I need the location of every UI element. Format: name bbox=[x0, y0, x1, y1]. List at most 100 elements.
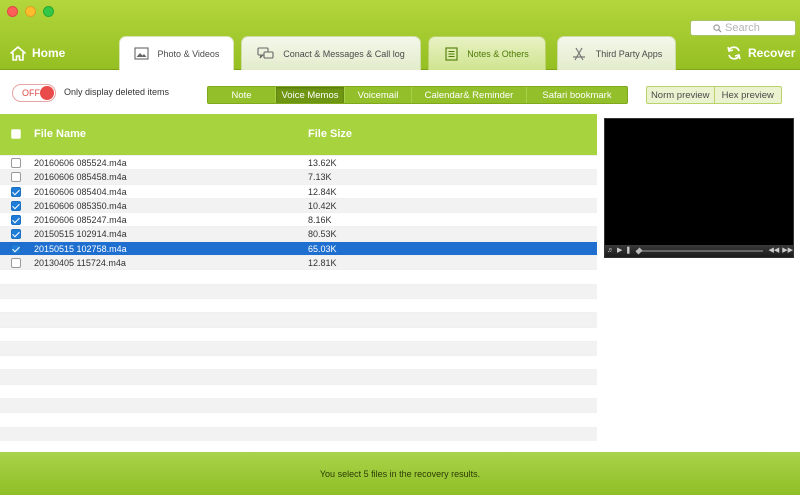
status-bar: You select 5 files in the recovery resul… bbox=[0, 452, 800, 495]
table-row[interactable]: 20160606 085247.m4a 8.16K bbox=[0, 212, 597, 226]
norm-preview-button[interactable]: Norm preview bbox=[647, 87, 715, 103]
empty-row bbox=[0, 383, 597, 398]
row-checkbox[interactable] bbox=[11, 229, 21, 240]
file-name-cell: 20160606 085404.m4a bbox=[34, 186, 127, 197]
audio-preview-player: ♬ ▶ ❚ ◀◀ ▶▶ bbox=[604, 118, 794, 258]
category-bar: Note Voice Memos Voicemail Calendar& Rem… bbox=[207, 86, 628, 104]
category-voice-memos[interactable]: Voice Memos bbox=[276, 87, 345, 103]
deleted-only-label: Only display deleted items bbox=[64, 87, 170, 97]
tab-photo-videos[interactable]: Photo & Videos bbox=[119, 36, 234, 70]
empty-row bbox=[0, 426, 597, 441]
file-name-cell: 20130405 115724.m4a bbox=[34, 258, 126, 269]
table-header: File Name File Size bbox=[0, 114, 597, 155]
deleted-only-toggle[interactable]: OFF bbox=[12, 84, 56, 102]
file-size-cell: 12.81K bbox=[308, 258, 337, 269]
volume-icon[interactable]: ♬ bbox=[607, 247, 614, 255]
empty-row bbox=[0, 355, 597, 369]
row-checkbox[interactable] bbox=[11, 200, 21, 211]
table-row[interactable]: 20130405 115724.m4a 12.81K bbox=[0, 255, 597, 270]
empty-row bbox=[0, 312, 597, 327]
table-row[interactable]: 20160606 085350.m4a 10.42K bbox=[0, 197, 597, 213]
tab-contacts-messages[interactable]: Conact & Messages & Call log bbox=[241, 36, 421, 70]
close-window-button[interactable] bbox=[7, 6, 18, 17]
notes-icon bbox=[445, 46, 458, 61]
row-checkbox[interactable] bbox=[11, 215, 21, 226]
toggle-knob bbox=[40, 86, 54, 100]
search-icon bbox=[713, 24, 722, 33]
home-icon bbox=[10, 45, 26, 61]
row-checkbox[interactable] bbox=[11, 243, 21, 254]
table-row[interactable]: 20160606 085458.m4a 7.13K bbox=[0, 169, 597, 184]
empty-row bbox=[0, 412, 597, 426]
seek-bar[interactable] bbox=[635, 247, 764, 255]
column-header-file-name[interactable]: File Name bbox=[34, 128, 86, 140]
tab-third-party-apps[interactable]: Third Party Apps bbox=[557, 36, 676, 70]
file-size-cell: 65.03K bbox=[308, 243, 337, 254]
file-name-cell: 20160606 085247.m4a bbox=[34, 215, 127, 226]
empty-row bbox=[0, 326, 597, 341]
select-all-checkbox[interactable] bbox=[11, 129, 21, 139]
file-name-cell: 20150515 102758.m4a bbox=[34, 243, 127, 254]
status-text: You select 5 files in the recovery resul… bbox=[319, 468, 481, 479]
file-size-cell: 13.62K bbox=[308, 158, 337, 168]
empty-row bbox=[0, 340, 597, 356]
file-size-cell: 7.13K bbox=[308, 172, 332, 183]
rewind-icon[interactable]: ◀◀ bbox=[768, 247, 779, 255]
category-voicemail[interactable]: Voicemail bbox=[345, 87, 412, 103]
zoom-window-button[interactable] bbox=[43, 6, 54, 17]
empty-row bbox=[0, 297, 597, 312]
empty-row bbox=[0, 398, 597, 413]
empty-row bbox=[0, 283, 597, 298]
app-store-icon bbox=[572, 47, 585, 60]
refresh-icon bbox=[727, 46, 741, 60]
top-toolbar: Home Photo & Videos Conact & Messages & … bbox=[0, 0, 800, 70]
seek-thumb[interactable] bbox=[635, 247, 643, 255]
table-row[interactable]: 20150515 102914.m4a 80.53K bbox=[0, 226, 597, 241]
fast-forward-icon[interactable]: ▶▶ bbox=[782, 247, 793, 255]
file-list: 20160606 085524.m4a 13.62K 20160606 085458… bbox=[0, 155, 597, 441]
empty-row bbox=[0, 269, 597, 283]
play-icon[interactable]: ▶ bbox=[617, 247, 622, 255]
recover-label: Recover bbox=[748, 46, 796, 60]
tab-label: Notes & Others bbox=[467, 48, 529, 59]
empty-row bbox=[0, 369, 597, 384]
preview-screen bbox=[605, 119, 793, 245]
category-safari-bookmark[interactable]: Safari bookmark bbox=[527, 87, 627, 103]
file-size-cell: 8.16K bbox=[308, 215, 332, 226]
search-input[interactable] bbox=[725, 21, 791, 35]
column-header-file-size[interactable]: File Size bbox=[308, 128, 352, 140]
search-box[interactable] bbox=[690, 20, 796, 36]
row-checkbox[interactable] bbox=[11, 172, 21, 183]
image-icon bbox=[133, 47, 149, 60]
file-size-cell: 12.84K bbox=[308, 186, 337, 197]
recover-button[interactable]: Recover bbox=[726, 42, 795, 64]
toggle-state-label: OFF bbox=[22, 88, 40, 98]
table-row[interactable]: 20160606 085524.m4a 13.62K bbox=[0, 155, 597, 169]
tab-label: Photo & Videos bbox=[157, 48, 220, 59]
tab-label: Conact & Messages & Call log bbox=[283, 48, 405, 59]
tab-notes-others[interactable]: Notes & Others bbox=[428, 36, 546, 70]
player-controls: ♬ ▶ ❚ ◀◀ ▶▶ bbox=[605, 245, 793, 257]
preview-mode-switch: Norm preview Hex preview bbox=[646, 86, 782, 104]
pause-icon[interactable]: ❚ bbox=[625, 247, 631, 255]
row-checkbox[interactable] bbox=[11, 258, 21, 269]
minimize-window-button[interactable] bbox=[25, 6, 36, 17]
home-button[interactable]: Home bbox=[10, 42, 65, 64]
window-controls bbox=[7, 6, 54, 17]
chat-bubbles-icon bbox=[257, 46, 274, 59]
table-row[interactable]: 20150515 102758.m4a 65.03K bbox=[0, 240, 597, 256]
file-name-cell: 20160606 085458.m4a bbox=[34, 172, 127, 183]
home-label: Home bbox=[32, 46, 66, 60]
hex-preview-button[interactable]: Hex preview bbox=[715, 87, 782, 103]
table-row[interactable]: 20160606 085404.m4a 12.84K bbox=[0, 183, 597, 198]
file-size-cell: 10.42K bbox=[308, 200, 337, 211]
file-name-cell: 20150515 102914.m4a bbox=[34, 229, 127, 240]
file-size-cell: 80.53K bbox=[308, 229, 337, 240]
category-note[interactable]: Note bbox=[208, 87, 276, 103]
file-name-cell: 20160606 085524.m4a bbox=[34, 158, 127, 168]
row-checkbox[interactable] bbox=[11, 158, 21, 168]
tab-label: Third Party Apps bbox=[595, 48, 663, 59]
category-calendar-reminder[interactable]: Calendar& Reminder bbox=[412, 87, 527, 103]
row-checkbox[interactable] bbox=[11, 186, 21, 197]
file-name-cell: 20160606 085350.m4a bbox=[34, 200, 127, 211]
